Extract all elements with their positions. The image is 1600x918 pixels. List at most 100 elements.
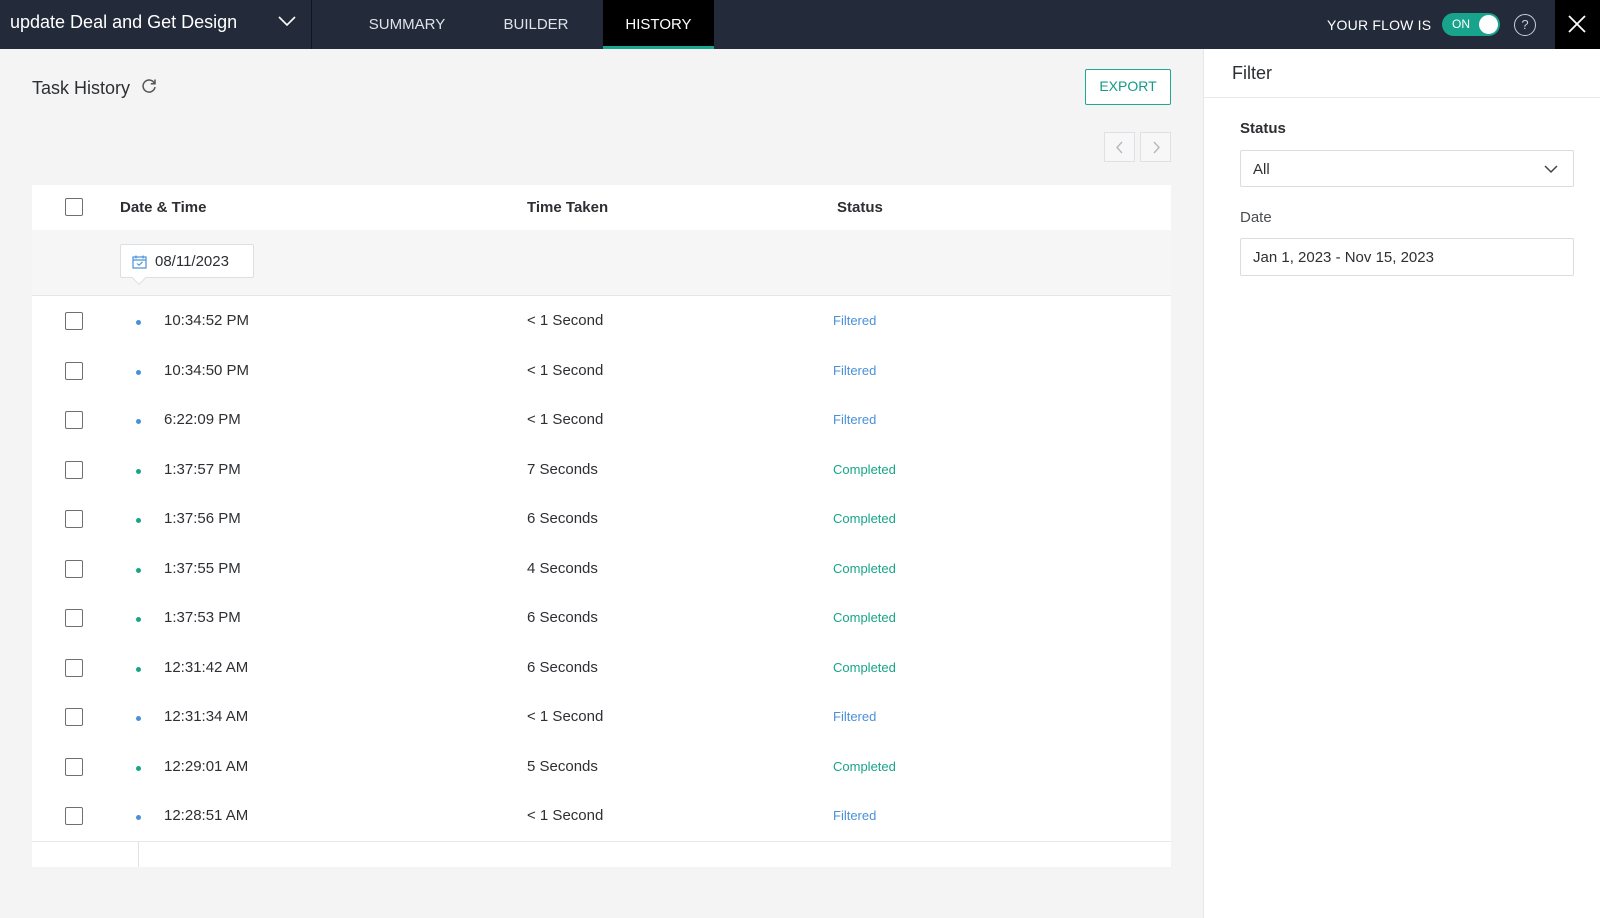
row-time-taken: 4 Seconds (527, 559, 598, 577)
row-time: 1:37:55 PM (164, 559, 241, 577)
select-all-checkbox[interactable] (65, 198, 83, 216)
tab-history[interactable]: HISTORY (603, 0, 714, 49)
row-time-taken: 6 Seconds (527, 510, 598, 527)
row-time: 12:29:01 AM (164, 757, 249, 775)
toggle-label: ON (1452, 17, 1470, 31)
task-history-table: Date & Time Time Taken Status 08/11/2023… (32, 185, 1171, 867)
timeline-dot (136, 468, 141, 474)
row-time: 12:28:51 AM (164, 807, 249, 824)
timeline-dot (136, 419, 141, 424)
main-content: Task History EXPORT Date & Time Time Tak… (0, 49, 1203, 918)
chevron-down-icon (1544, 165, 1558, 174)
timeline-dot (136, 815, 141, 820)
filter-title: Filter (1232, 63, 1272, 83)
row-time-taken: 6 Seconds (527, 609, 598, 626)
flow-name[interactable]: update Deal and Get Design (10, 12, 237, 33)
row-time-taken: < 1 Second (527, 312, 604, 329)
row-checkbox[interactable] (65, 658, 83, 677)
row-status[interactable]: Filtered (833, 313, 876, 328)
close-icon (1568, 15, 1586, 33)
row-checkbox[interactable] (65, 559, 83, 578)
row-status[interactable]: Completed (833, 610, 896, 625)
toggle-knob (1479, 15, 1498, 34)
row-status[interactable]: Completed (833, 660, 896, 675)
top-bar: update Deal and Get Design SUMMARY BUILD… (0, 0, 1600, 49)
timeline-dot (136, 518, 141, 523)
date-group-row: 08/11/2023 (32, 230, 1171, 296)
row-time: 1:37:57 PM (164, 460, 241, 478)
timeline-dot (136, 567, 141, 573)
chevron-down-icon[interactable] (276, 10, 298, 32)
row-checkbox[interactable] (65, 460, 83, 479)
row-status[interactable]: Completed (833, 561, 896, 576)
row-time-taken: < 1 Second (527, 411, 604, 428)
table-header: Date & Time Time Taken Status (32, 185, 1171, 230)
row-time-taken: 6 Seconds (527, 658, 598, 676)
table-row[interactable]: 6:22:09 PM < 1 Second Filtered (32, 395, 1171, 446)
timeline-dot (136, 716, 141, 721)
filter-divider (1204, 97, 1600, 98)
row-status[interactable]: Filtered (833, 808, 876, 823)
row-time-taken: < 1 Second (527, 708, 604, 725)
row-checkbox[interactable] (65, 411, 83, 429)
row-checkbox[interactable] (65, 807, 83, 825)
row-time-taken: < 1 Second (527, 361, 604, 379)
row-time: 1:37:53 PM (164, 609, 241, 626)
pager-prev-button[interactable] (1104, 132, 1135, 162)
row-status[interactable]: Filtered (833, 363, 876, 378)
help-icon[interactable]: ? (1514, 14, 1536, 36)
column-header-status[interactable]: Status (837, 199, 883, 216)
refresh-icon[interactable] (140, 77, 158, 95)
table-row[interactable]: 12:31:34 AM < 1 Second Filtered (32, 692, 1171, 743)
export-button[interactable]: EXPORT (1085, 69, 1171, 105)
table-row[interactable]: 1:37:55 PM 4 Seconds Completed (32, 543, 1171, 595)
pager-next-button[interactable] (1140, 132, 1171, 162)
row-time-taken: < 1 Second (527, 807, 604, 824)
row-time-taken: 7 Seconds (527, 460, 598, 478)
column-header-date-time[interactable]: Date & Time (120, 199, 206, 216)
table-row[interactable]: 12:31:42 AM 6 Seconds Completed (32, 642, 1171, 694)
date-group-label: 08/11/2023 (155, 253, 229, 270)
timeline-dot (136, 320, 141, 325)
status-select-value: All (1253, 161, 1270, 178)
table-row[interactable]: 10:34:50 PM < 1 Second Filtered (32, 345, 1171, 397)
table-row[interactable]: 12:29:01 AM 5 Seconds Completed (32, 741, 1171, 793)
row-checkbox[interactable] (65, 708, 83, 726)
calendar-icon (132, 255, 147, 269)
row-time: 12:31:34 AM (164, 708, 249, 725)
table-row[interactable]: 1:37:53 PM 6 Seconds Completed (32, 593, 1171, 644)
row-checkbox[interactable] (65, 361, 83, 380)
row-checkbox[interactable] (65, 510, 83, 528)
tab-builder[interactable]: BUILDER (486, 0, 586, 49)
status-select[interactable]: All (1240, 150, 1574, 187)
table-row[interactable]: 1:37:57 PM 7 Seconds Completed (32, 444, 1171, 496)
row-time: 6:22:09 PM (164, 411, 241, 428)
row-status[interactable]: Completed (833, 759, 896, 774)
chevron-right-icon (1153, 141, 1160, 154)
date-filter-label: Date (1240, 209, 1272, 226)
filter-panel: Filter Status All Date (1203, 49, 1600, 918)
row-status[interactable]: Completed (833, 511, 896, 526)
row-status[interactable]: Filtered (833, 709, 876, 724)
table-row[interactable]: 12:28:51 AM < 1 Second Filtered (32, 791, 1171, 842)
column-header-time-taken[interactable]: Time Taken (527, 199, 608, 216)
table-row[interactable]: 1:37:56 PM 6 Seconds Completed (32, 494, 1171, 545)
row-time: 10:34:52 PM (164, 312, 250, 329)
tab-summary[interactable]: SUMMARY (348, 0, 466, 49)
row-checkbox[interactable] (65, 757, 83, 776)
flow-status-label: YOUR FLOW IS (1327, 17, 1432, 33)
chevron-left-icon (1116, 141, 1123, 154)
close-button[interactable] (1555, 0, 1600, 49)
row-time: 1:37:56 PM (164, 510, 241, 527)
table-row[interactable]: 10:34:52 PM < 1 Second Filtered (32, 296, 1171, 347)
row-time: 12:31:42 AM (164, 658, 249, 676)
flow-toggle[interactable]: ON (1442, 13, 1500, 36)
date-range-input[interactable] (1240, 238, 1574, 276)
row-checkbox[interactable] (65, 609, 83, 627)
row-status[interactable]: Filtered (833, 412, 876, 427)
timeline-dot (136, 765, 141, 771)
row-status[interactable]: Completed (833, 462, 896, 477)
row-checkbox[interactable] (65, 312, 83, 330)
timeline-dot (136, 369, 141, 375)
row-time-taken: 5 Seconds (527, 757, 598, 775)
